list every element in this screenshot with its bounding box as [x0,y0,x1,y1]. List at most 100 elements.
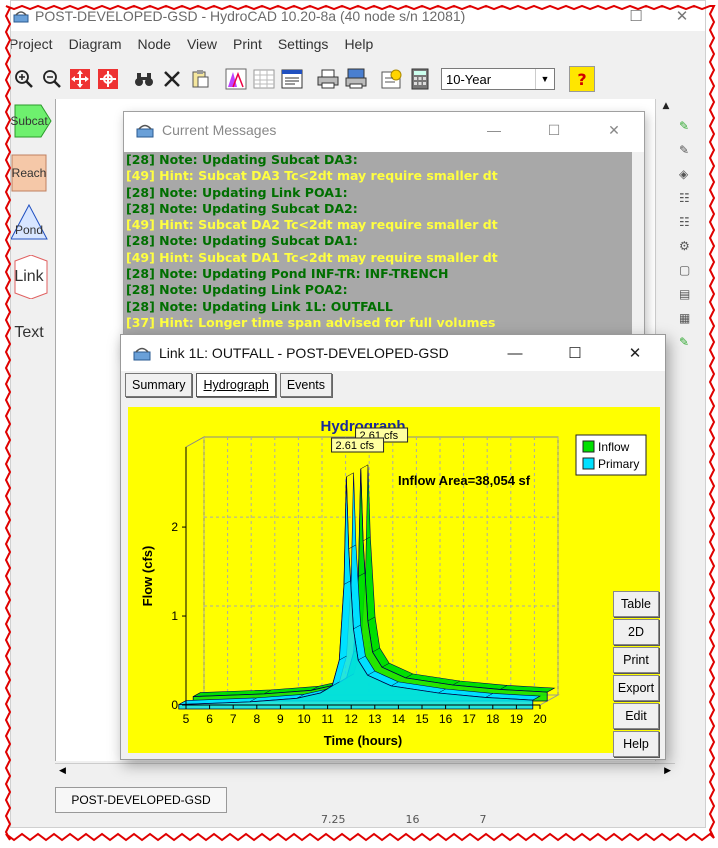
tab-summary[interactable]: Summary [125,373,193,397]
clipboard-button[interactable] [187,66,213,92]
find-button[interactable] [131,66,157,92]
palette-subcat[interactable]: Subcat [11,99,53,143]
x-tick-label: 17 [463,712,477,726]
close-button[interactable]: ✕ [584,122,644,139]
maximize-button[interactable]: ☐ [524,122,584,139]
zoom-fit-button[interactable] [67,66,93,92]
print-preview-icon [345,68,367,89]
grid-table-icon [253,69,275,89]
link-tabs: Summary Hydrograph Events [125,373,336,399]
status-field-3: 7 [479,813,487,826]
minimize-button[interactable]: — [464,122,524,138]
message-hint-line: [49] Hint: Subcat DA2 Tc<2dt may require… [126,217,498,233]
close-button[interactable]: ✕ [659,7,705,25]
hydrograph-button[interactable] [223,66,249,92]
link-window-controls: — ☐ ✕ [485,335,665,371]
menu-project[interactable]: Project [11,36,61,52]
zoom-all-icon [98,69,118,89]
delete-button[interactable] [159,66,185,92]
scroll-right-icon[interactable]: ▶ [664,766,671,776]
toolbar: 10-Year ▼ ? [11,63,705,95]
menu-bar: Project Diagram Node View Print Settings… [11,33,705,55]
tool-icon-4[interactable]: ☷ [679,191,703,213]
tool-icon-10[interactable]: ✎ [679,335,703,357]
print-button[interactable] [315,66,341,92]
menu-print[interactable]: Print [225,36,270,52]
report-button[interactable] [279,66,305,92]
tool-icon-5[interactable]: ☷ [679,215,703,237]
menu-diagram[interactable]: Diagram [61,36,130,52]
menu-help[interactable]: Help [336,36,381,52]
right-toolstrip: ✎ ✎ ◈ ☷ ☷ ⚙ ▢ ▤ ▦ ✎ [677,99,705,419]
status-field-1: 7.25 [321,813,346,826]
link-window-title: Link 1L: OUTFALL - POST-DEVELOPED-GSD [159,345,449,361]
sheet-tab[interactable]: POST-DEVELOPED-GSD [55,787,227,813]
delete-x-icon [164,71,180,87]
messages-scrollbar[interactable] [632,152,644,352]
zoom-all-button[interactable] [95,66,121,92]
legend-label-primary: Primary [598,457,639,471]
x-tick-label: 12 [345,712,359,726]
messages-title: Current Messages [162,122,277,138]
legend-label-inflow: Inflow [598,440,630,454]
table-button[interactable] [251,66,277,92]
tool-icon-7[interactable]: ▢ [679,263,703,285]
binoculars-icon [135,73,153,86]
series-inflow-point [360,464,369,470]
horizontal-scrollbar[interactable]: ◀ ▶ [55,763,675,782]
print-preview-button[interactable] [343,66,369,92]
print-button[interactable]: Print [613,647,659,673]
palette-link[interactable]: Link [11,255,53,299]
restore-button[interactable]: ☐ [613,7,659,25]
help-button[interactable]: ? [569,66,595,92]
inflow-area-annotation: Inflow Area=38,054 sf [398,473,531,488]
table-button[interactable]: Table [613,591,659,617]
storm-event-select[interactable]: 10-Year ▼ [441,68,555,90]
palette-text[interactable]: Text [11,311,53,355]
chevron-down-icon[interactable]: ▼ [535,69,554,89]
menu-view[interactable]: View [179,36,225,52]
message-hint-line: [49] Hint: Subcat DA3 Tc<2dt may require… [126,168,498,184]
export-button[interactable]: Export [613,675,659,701]
x-tick-label: 6 [206,712,213,726]
close-button[interactable]: ✕ [605,344,665,362]
zoom-in-button[interactable] [11,66,37,92]
hydrocad-app-icon [13,11,29,23]
scroll-left-icon[interactable]: ◀ [59,766,66,776]
message-note-line: [28] Note: Updating Link 1L: OUTFALL [126,298,393,314]
tool-icon-1[interactable]: ✎ [679,119,703,141]
message-list[interactable]: [28] Note: Updating Subcat DA3: [49] Hint… [124,152,634,352]
menu-settings[interactable]: Settings [270,36,337,52]
palette-pond[interactable]: Pond [11,201,53,245]
palette-reach[interactable]: Reach [11,151,53,195]
x-tick-label: 11 [321,712,334,726]
zoom-out-button[interactable] [39,66,65,92]
menu-node[interactable]: Node [129,36,178,52]
message-hint-line: [49] Hint: Subcat DA1 Tc<2dt may require… [126,249,498,265]
2d-button[interactable]: 2D [613,619,659,645]
clipboard-icon [192,70,209,88]
calculator-button[interactable] [407,66,433,92]
tool-icon-8[interactable]: ▤ [679,287,703,309]
app-window: POST-DEVELOPED-GSD - HydroCAD 10.20-8a (… [10,0,706,828]
tool-icon-9[interactable]: ▦ [679,311,703,333]
scroll-up-icon[interactable]: ▲ [656,101,676,111]
message-note-line: [28] Note: Updating Subcat DA2: [126,200,358,216]
y-tick-label: 0 [171,698,178,712]
zoom-in-icon [15,70,33,88]
help-button[interactable]: Help [613,731,659,757]
tool-icon-6[interactable]: ⚙ [679,239,703,261]
edit-button[interactable]: Edit [613,703,659,729]
palette-link-label: Link [14,268,44,285]
tool-icon-2[interactable]: ✎ [679,143,703,165]
settings-button[interactable] [379,66,405,92]
tab-hydrograph[interactable]: Hydrograph [196,373,276,397]
maximize-button[interactable]: ☐ [545,344,605,362]
minimize-button[interactable]: — [485,345,545,362]
zoom-out-icon [43,70,61,88]
messages-window-controls: — ☐ ✕ [464,112,644,148]
palette-pond-label: Pond [14,223,44,237]
tool-icon-3[interactable]: ◈ [679,167,703,189]
tab-events[interactable]: Events [279,373,333,397]
printer-icon [317,69,339,89]
